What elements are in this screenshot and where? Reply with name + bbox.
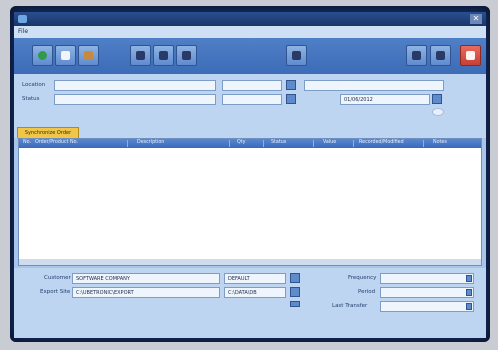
menu-bar: File	[14, 26, 486, 38]
export-site-label: Export Site	[40, 289, 71, 295]
export-icon	[182, 51, 191, 60]
column-separator	[229, 140, 230, 147]
last-transfer-field[interactable]	[380, 301, 474, 312]
exit-icon	[466, 51, 475, 60]
column-order-product[interactable]: Order/Product No.	[35, 140, 78, 145]
frequency-label: Frequency	[348, 275, 377, 281]
range-start-field[interactable]	[222, 80, 282, 91]
customer-field[interactable]: SOFTWARE COMPANY	[72, 273, 220, 284]
tools-button[interactable]	[78, 45, 99, 66]
copy-icon	[61, 51, 70, 60]
column-status[interactable]: Status	[271, 140, 286, 145]
database-browse-button[interactable]	[290, 287, 300, 297]
back-button[interactable]	[406, 45, 427, 66]
frequency-dropdown-icon[interactable]	[466, 275, 472, 282]
order-grid: No. Order/Product No. Description Qty St…	[18, 138, 482, 266]
refresh-icon	[38, 51, 47, 60]
application-window: ✕ File Location Status 01/06/2012 Synchr…	[14, 12, 486, 338]
status-label: Status	[22, 96, 40, 102]
customer-label: Customer	[44, 275, 71, 281]
column-recorded[interactable]: Recorded/Modified	[359, 140, 404, 145]
app-icon	[18, 15, 27, 23]
last-transfer-label: Last Transfer	[332, 303, 368, 309]
filter-panel: Location Status 01/06/2012	[14, 74, 486, 126]
forward-button[interactable]	[430, 45, 451, 66]
lookup-button-2[interactable]	[286, 94, 296, 104]
horizontal-scrollbar[interactable]	[19, 259, 481, 265]
swap-icon	[292, 51, 301, 60]
menu-item-file[interactable]: File	[18, 28, 28, 35]
last-transfer-dropdown-icon[interactable]	[466, 303, 472, 310]
calendar-button[interactable]	[432, 94, 442, 104]
title-bar: ✕	[14, 12, 486, 26]
grid-header: No. Order/Product No. Description Qty St…	[19, 139, 481, 148]
date-field[interactable]: 01/06/2012	[340, 94, 430, 105]
refresh-button[interactable]	[32, 45, 53, 66]
database-field[interactable]: C:\DATA\DB	[224, 287, 286, 298]
column-separator	[353, 140, 354, 147]
info-icon[interactable]	[432, 108, 444, 116]
tab-synchronize-order[interactable]: Synchronize Order	[17, 127, 79, 138]
toolbar	[14, 38, 486, 74]
export-button[interactable]	[176, 45, 197, 66]
period-label: Period	[358, 289, 376, 295]
column-separator	[313, 140, 314, 147]
close-button[interactable]: ✕	[470, 14, 482, 24]
edit-icon	[136, 51, 145, 60]
column-separator	[423, 140, 424, 147]
profile-field[interactable]: DEFAULT	[224, 273, 286, 284]
copy-button[interactable]	[55, 45, 76, 66]
extra-toggle[interactable]	[290, 301, 300, 307]
export-site-field[interactable]: C:\UBETRONIC\EXPORT	[72, 287, 220, 298]
column-separator	[263, 140, 264, 147]
back-icon	[412, 51, 421, 60]
range-end-field[interactable]	[222, 94, 282, 105]
tab-strip: Synchronize Order	[14, 126, 486, 138]
exit-button[interactable]	[460, 45, 481, 66]
swap-button[interactable]	[286, 45, 307, 66]
column-value[interactable]: Value	[323, 140, 336, 145]
detail-panel: Customer Export Site SOFTWARE COMPANY C:…	[14, 268, 486, 338]
photo-scene: ✕ File Location Status 01/06/2012 Synchr…	[0, 0, 498, 350]
profile-browse-button[interactable]	[290, 273, 300, 283]
lookup-button-1[interactable]	[286, 80, 296, 90]
column-no[interactable]: No.	[23, 140, 31, 145]
column-separator	[127, 140, 128, 147]
forward-icon	[436, 51, 445, 60]
tools-icon	[84, 51, 93, 60]
column-qty[interactable]: Qty	[237, 140, 246, 145]
frequency-field[interactable]	[380, 273, 474, 284]
print-button[interactable]	[153, 45, 174, 66]
edit-button[interactable]	[130, 45, 151, 66]
column-notes[interactable]: Notes	[433, 140, 447, 145]
print-icon	[159, 51, 168, 60]
period-dropdown-icon[interactable]	[466, 289, 472, 296]
location-field[interactable]	[54, 80, 216, 91]
period-field[interactable]	[380, 287, 474, 298]
location-label: Location	[22, 82, 46, 88]
search-field[interactable]	[304, 80, 444, 91]
column-description[interactable]: Description	[137, 140, 164, 145]
status-field[interactable]	[54, 94, 216, 105]
